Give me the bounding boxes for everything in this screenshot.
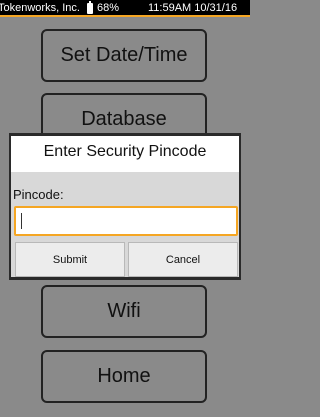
wifi-button[interactable]: Wifi (41, 285, 207, 338)
dialog-body: Pincode: Submit Cancel (11, 172, 239, 277)
dialog-title: Enter Security Pincode (43, 143, 207, 160)
status-accent-line (0, 15, 250, 17)
text-cursor (21, 213, 22, 229)
dialog-button-row: Submit Cancel (13, 242, 238, 277)
submit-button[interactable]: Submit (15, 242, 125, 277)
pincode-label: Pincode: (13, 187, 64, 202)
status-bar: Tokenworks, Inc. 68% 11:59AM 10/31/16 (0, 0, 250, 17)
pincode-input[interactable] (14, 206, 238, 236)
home-button[interactable]: Home (41, 350, 207, 403)
set-date-time-button[interactable]: Set Date/Time (41, 29, 207, 82)
cancel-button[interactable]: Cancel (128, 242, 238, 277)
battery-icon (87, 1, 93, 14)
pincode-dialog: Enter Security Pincode Pincode: Submit C… (11, 136, 239, 277)
